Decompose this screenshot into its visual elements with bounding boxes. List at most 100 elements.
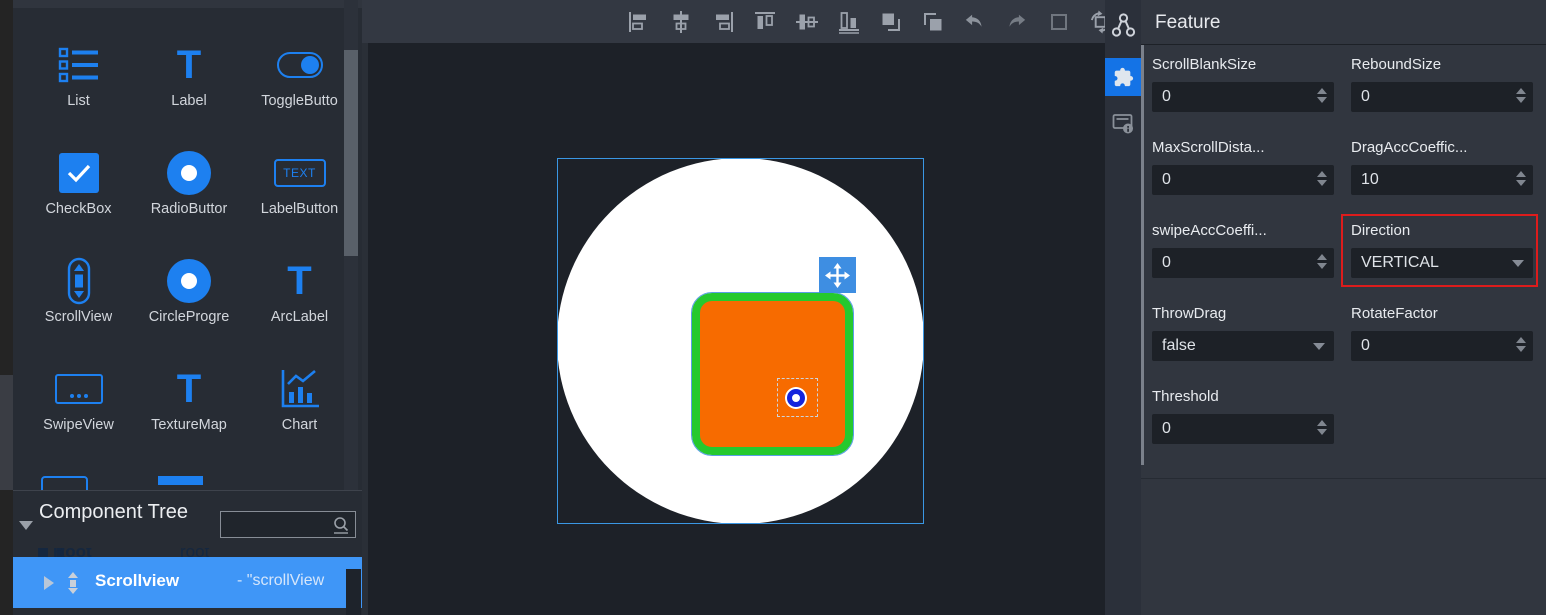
palette-item-label: ScrollView — [45, 309, 112, 325]
collapse-caret-icon[interactable] — [19, 521, 33, 530]
scrollview-node-icon — [68, 572, 78, 594]
scrollblanksize-input[interactable]: 0 — [1152, 82, 1334, 112]
tree-row-name: Root — [53, 548, 92, 557]
field-throwdrag: ThrowDrag false — [1152, 305, 1334, 361]
tree-row-root[interactable]: Root root — [13, 548, 362, 557]
radio-button-icon — [167, 148, 211, 198]
spinner-arrows-icon[interactable] — [1516, 171, 1526, 186]
side-tab-strip — [1105, 0, 1141, 615]
divider — [1141, 478, 1546, 479]
field-value: 0 — [1162, 171, 1171, 189]
maxscrolldista-input[interactable]: 0 — [1152, 165, 1334, 195]
feature-panel-title: Feature — [1155, 12, 1220, 34]
field-value: VERTICAL — [1361, 254, 1439, 272]
field-swipeacccoeffi: swipeAccCoeffi... 0 — [1152, 222, 1334, 278]
align-right-icon[interactable] — [710, 9, 735, 34]
align-top-icon[interactable] — [752, 9, 777, 34]
selection-rect-icon[interactable] — [1046, 9, 1071, 34]
palette-item-radiobuttor[interactable]: RadioButtor — [132, 134, 246, 242]
list-icon — [58, 40, 100, 90]
child-dot-widget[interactable] — [787, 389, 805, 407]
label-button-icon: TEXT — [274, 148, 326, 198]
move-arrows-icon — [824, 262, 851, 289]
spinner-arrows-icon[interactable] — [1317, 171, 1327, 186]
palette-item-togglebutto[interactable]: ToggleButto — [246, 26, 353, 134]
redo-icon[interactable] — [1004, 9, 1029, 34]
field-label: ThrowDrag — [1152, 305, 1334, 322]
tree-search-input[interactable] — [220, 511, 356, 538]
field-label: RotateFactor — [1351, 305, 1533, 322]
palette-item-labelbutton[interactable]: TEXT LabelButton — [246, 134, 353, 242]
align-bottom-icon[interactable] — [836, 9, 861, 34]
swipeacccoeffi-input[interactable]: 0 — [1152, 248, 1334, 278]
tab-feature-puzzle[interactable] — [1105, 58, 1141, 96]
field-scrollblanksize: ScrollBlankSize 0 — [1152, 56, 1334, 112]
field-value: 10 — [1361, 171, 1379, 189]
palette-item-scrollview[interactable]: ScrollView — [25, 242, 132, 350]
align-left-icon[interactable] — [626, 9, 651, 34]
dragacccoeffic-input[interactable]: 10 — [1351, 165, 1533, 195]
palette-item-arclabel[interactable]: T ArcLabel — [246, 242, 353, 350]
field-dragacccoeffic: DragAccCoeffic... 10 — [1351, 139, 1533, 195]
throwdrag-dropdown[interactable]: false — [1152, 331, 1334, 361]
palette-item-partial-1[interactable] — [41, 476, 88, 490]
field-label: DragAccCoeffic... — [1351, 139, 1533, 156]
arc-label-icon: T — [287, 256, 311, 306]
palette-item-label: TextureMap — [151, 417, 227, 433]
component-tree-panel: Component Tree Root root Scrollview - "s… — [13, 490, 362, 615]
left-edge-scrollbar[interactable] — [0, 0, 13, 615]
tree-row-value: - "scrollView — [237, 572, 324, 590]
puzzle-icon — [1112, 66, 1134, 88]
left-edge-scrollbar-thumb[interactable] — [0, 375, 13, 490]
chevron-down-icon[interactable] — [1512, 260, 1524, 267]
field-value: 0 — [1162, 254, 1171, 272]
field-rotatefactor: RotateFactor 0 — [1351, 305, 1533, 361]
text-label-icon: T — [177, 40, 201, 90]
threshold-input[interactable]: 0 — [1152, 414, 1334, 444]
palette-item-circleprogre[interactable]: CircleProgre — [132, 242, 246, 350]
palette-item-list[interactable]: List — [25, 26, 132, 134]
field-threshold: Threshold 0 — [1152, 388, 1334, 444]
spinner-arrows-icon[interactable] — [1317, 420, 1327, 435]
field-value: 0 — [1162, 88, 1171, 106]
palette-item-label[interactable]: T Label — [132, 26, 246, 134]
palette-item-label: SwipeView — [43, 417, 114, 433]
palette-item-checkbox[interactable]: CheckBox — [25, 134, 132, 242]
palette-item-texturemap[interactable]: T TextureMap — [132, 350, 246, 458]
spinner-arrows-icon[interactable] — [1317, 254, 1327, 269]
spinner-arrows-icon[interactable] — [1516, 88, 1526, 103]
send-backward-icon[interactable] — [920, 9, 945, 34]
expand-caret-icon[interactable] — [44, 576, 54, 590]
field-value: 0 — [1162, 420, 1171, 438]
tree-scrollbar-thumb[interactable] — [346, 569, 361, 615]
nodes-tool-icon[interactable] — [1111, 12, 1136, 39]
feature-scrollbar-thumb[interactable] — [1141, 45, 1144, 465]
move-handle[interactable] — [819, 257, 856, 293]
palette-item-partial-2[interactable] — [158, 476, 203, 490]
bring-forward-icon[interactable] — [878, 9, 903, 34]
tab-info-panel[interactable] — [1112, 112, 1135, 135]
palette-scrollbar-thumb[interactable] — [344, 50, 358, 256]
chevron-down-icon[interactable] — [1313, 343, 1325, 350]
design-canvas[interactable] — [368, 43, 1105, 615]
texture-mapper-icon: T — [177, 364, 201, 414]
palette-item-chart[interactable]: Chart — [246, 350, 353, 458]
gui-builder-window: List T Label ToggleButto CheckBox RadioB… — [0, 0, 1546, 615]
align-vertical-center-icon[interactable] — [794, 9, 819, 34]
spinner-arrows-icon[interactable] — [1516, 337, 1526, 352]
palette-item-swipeview[interactable]: SwipeView — [25, 350, 132, 458]
divider — [1141, 44, 1546, 45]
field-label: Direction — [1351, 222, 1533, 239]
spinner-arrows-icon[interactable] — [1317, 88, 1327, 103]
field-value: 0 — [1361, 88, 1370, 106]
undo-icon[interactable] — [962, 9, 987, 34]
tree-row-scrollview[interactable]: Scrollview - "scrollView — [13, 557, 362, 608]
align-horizontal-center-icon[interactable] — [668, 9, 693, 34]
direction-dropdown[interactable]: VERTICAL — [1351, 248, 1533, 278]
tree-row-caret-fragment — [38, 548, 48, 557]
checkbox-icon — [59, 148, 99, 198]
scrollview-icon — [67, 256, 91, 306]
rotatefactor-input[interactable]: 0 — [1351, 331, 1533, 361]
feature-panel: Feature ScrollBlankSize 0 ReboundSize 0 … — [1141, 0, 1546, 615]
reboundsize-input[interactable]: 0 — [1351, 82, 1533, 112]
